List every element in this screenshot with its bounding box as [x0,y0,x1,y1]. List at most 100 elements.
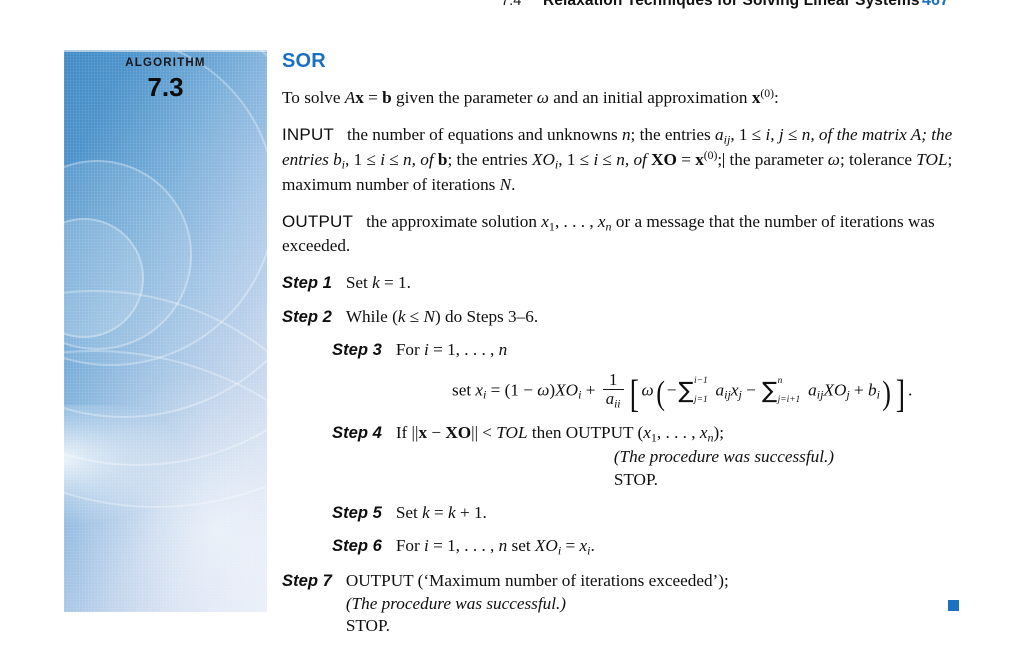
formula-plus-2: + [849,380,869,400]
step-4-label: Step 4 [332,423,382,443]
input-t10: , 1 [558,150,580,170]
formula-eq: = (1 − [486,380,538,400]
intro-tail: and an initial approximation [548,88,752,108]
step-3-body: For i = 1, . . . , n [396,339,972,361]
input-le5: ≤ [579,150,590,170]
formula-lead: set [452,380,476,400]
step-4-success-note: (The procedure was successful.) [613,447,835,467]
formula-b: b [868,380,877,400]
formula-sum2-a: a [808,380,817,400]
formula-period: . [908,380,913,400]
algorithm-decorative-panel: ALGORITHM 7.3 [64,50,267,612]
step-4-text-c: then OUTPUT ( [527,423,644,443]
input-t8: n, of [398,150,438,170]
formula-den-sub: ii [614,397,621,411]
intro-vector-x: x [355,88,364,108]
step-6-body: For i = 1, . . . , n set XOi = xi. [396,535,972,559]
step-1-text-b: = 1. [379,273,411,293]
formula-sum2-XO: XO [823,380,847,400]
step-2-text-a: While ( [345,306,398,326]
step-2-var-N: N [423,306,435,326]
intro-omega: ω [536,88,549,108]
step-4-text-b: || < [471,423,497,443]
step-3: Step 3 For i = 1, . . . , n [332,339,972,361]
step-5: Step 5 Set k = k + 1. [332,502,972,524]
step-1-text-a: Set [345,273,373,293]
output-xn: x [597,211,606,231]
step-6: Step 6 For i = 1, . . . , n set XOi = xi… [332,535,972,559]
step-4: Step 4 If ||x − XO|| < TOL then OUTPUT (… [332,422,972,491]
algorithm-title: SOR [282,50,326,72]
step-7-output-line: OUTPUT (‘Maximum number of iterations ex… [345,571,729,591]
running-head: 7.4 Relaxation Techniques for Solving Li… [0,0,1024,12]
formula-sum2-lower: j=i+1 [777,394,801,405]
step-4-dots: , . . . , [656,423,700,443]
formula-sum1-lower: j=1 [694,394,708,405]
input-le1: ≤ [751,125,762,145]
step-4-line-1: If ||x − XO|| < TOL then OUTPUT (x1, . .… [396,423,724,444]
input-x0-superscript: (0) [703,149,718,163]
step-5-label: Step 5 [332,502,382,522]
input-t1: the number of equations and unknowns [347,125,622,145]
step-7-label: Step 7 [282,571,332,591]
input-XO-bold: XO [651,150,677,170]
formula-sum1-a: a [715,380,725,400]
output-dots: , . . . , [554,211,598,231]
algorithm-body: SOR To solve Ax = b given the parameter … [282,48,972,648]
input-eq: = [676,150,696,170]
algorithm-output-block: OUTPUT the approximate solution x1, . . .… [282,211,972,257]
algorithm-intro: To solve Ax = b given the parameter ω an… [282,86,972,109]
step-4-xn: x [699,423,708,443]
algorithm-label: ALGORITHM [125,57,206,69]
intro-matrix-A: A [344,88,356,108]
formula-sum2-upper: n [777,375,783,386]
input-N: N [499,174,512,194]
intro-vector-b: b [382,88,392,108]
step-6-text-c: set [507,536,535,556]
input-le6: ≤ [602,150,612,170]
formula-omega-1: ω [537,380,550,400]
formula-sum1-a-sub: ij [724,388,731,403]
intro-prefix: To solve [282,88,345,108]
step-2: Step 2 While (k ≤ N) do Steps 3–6. [282,306,972,328]
intro-suffix: given the parameter [391,88,537,108]
input-t9: ; the entries [447,150,532,170]
step-6-text-d: = [561,536,580,556]
step-2-text-b: ) do Steps 3–6. [434,306,539,326]
step-4-x1: x [643,423,651,443]
output-x1: x [541,211,549,231]
step-5-var-k2: k [448,502,456,522]
step-3-label: Step 3 [332,340,382,359]
step-7-stop: STOP. [345,616,390,636]
input-t14: ; tolerance [839,150,917,170]
input-x0-base: x [695,150,704,170]
formula-fraction-numerator: 1 [608,370,618,390]
input-t4: i, j [761,125,788,145]
step-5-var-k: k [422,502,430,522]
step-3-text-a: For [395,340,424,359]
step-7: Step 7 OUTPUT (‘Maximum number of iterat… [282,570,972,637]
input-t2: ; the entries [630,125,716,145]
input-t6: , 1 [345,150,367,170]
input-t3: , 1 [730,125,752,145]
running-head-section-number: 7.4 [501,0,522,9]
step-5-text-b: = [429,502,449,522]
formula-summation-2: ∑ n j=i+1 [762,376,800,406]
output-t1: the approximate solution [366,211,542,231]
input-XO: XO [531,150,555,170]
step-1-body: Set k = 1. [346,272,972,294]
formula-fraction-denominator: aii [602,388,624,411]
step-5-body: Set k = k + 1. [396,502,972,524]
input-t12: n, of [611,150,652,170]
formula-fraction: 1 aii [602,370,624,411]
algorithm-number: 7.3 [147,72,184,102]
step-5-text-a: Set [395,502,423,522]
step-4-x-bold: x [418,423,428,443]
formula-sum1-symbol: ∑ [678,377,694,404]
formula-plus: + [581,380,600,400]
step-2-body: While (k ≤ N) do Steps 3–6. [346,306,972,328]
input-TOL: TOL [916,150,948,170]
step-4-TOL: TOL [496,423,528,443]
step-4-body: If ||x − XO|| < TOL then OUTPUT (x1, . .… [396,422,972,491]
sor-update-formula: set xi = (1 − ω)XOi + 1 aii[ω(−∑ i−1 j=1 aij… [452,370,913,417]
